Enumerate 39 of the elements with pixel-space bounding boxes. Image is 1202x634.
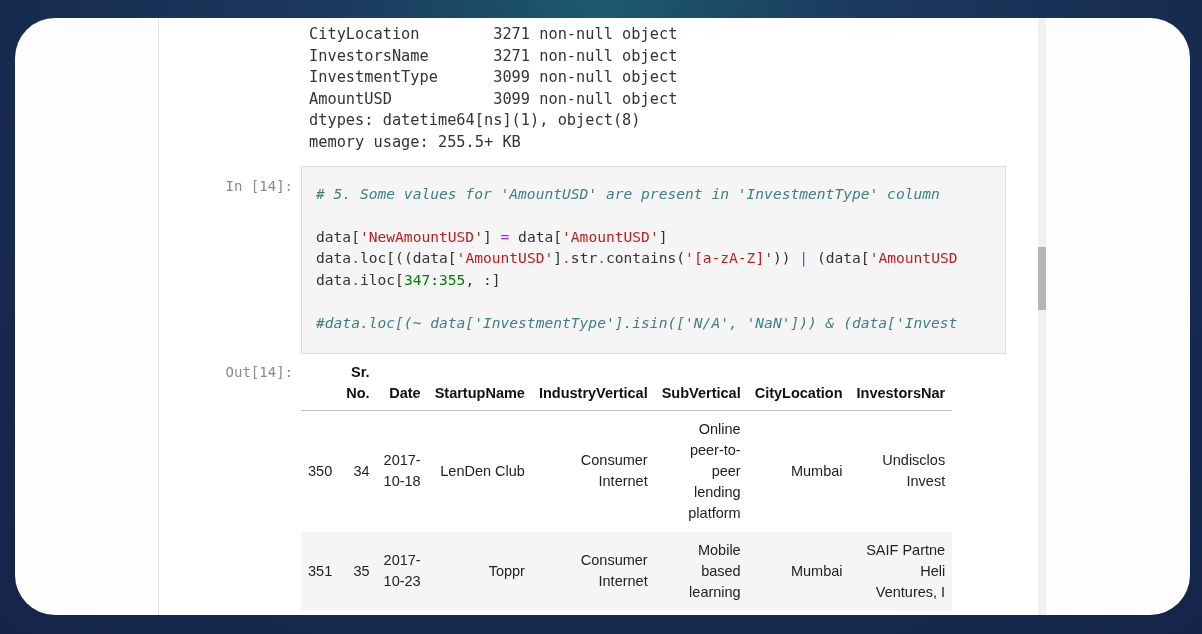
column-header: InvestorsNar — [856, 384, 946, 401]
column-header: SubVertical — [661, 384, 741, 401]
column-header: CityLocation — [754, 384, 843, 401]
table-cell: LenDen Club — [440, 462, 525, 479]
table-cell: Mumbai — [790, 562, 843, 579]
table-cell: Undisclos Invest — [882, 452, 946, 490]
row-index: 351 — [308, 562, 333, 579]
output-text: dtypes: datetime64[ns](1), object(8) — [309, 110, 642, 132]
table-cell: Consumer Internet — [580, 452, 648, 490]
column-header: Sr. No. — [346, 363, 370, 401]
output-text: AmountUSD 3099 non-null object — [309, 88, 678, 110]
table-cell: Mobile based learning — [689, 541, 741, 600]
column-header: StartupName — [434, 384, 525, 401]
table-cell: Toppr — [488, 562, 525, 579]
column-header: IndustryVertical — [538, 384, 648, 401]
input-prompt: In [14]: — [225, 177, 293, 194]
code-line: #data.loc[(~ data['InvestmentType'].isin(['N/A', 'NaN'])) & (data['Invest — [316, 313, 959, 334]
scrollbar-thumb[interactable] — [1038, 247, 1046, 310]
column-header: Date — [389, 384, 421, 401]
code-line: data.loc[((data['AmountUSD'].str.contains('[a-zA-Z]')) | (data['AmountUSD — [316, 248, 959, 269]
output-text: InvestorsName 3271 non-null object — [309, 45, 678, 67]
output-text: InvestmentType 3099 non-null object — [309, 67, 678, 89]
code-editor[interactable] — [301, 165, 1006, 354]
table-cell: Mumbai — [790, 462, 843, 479]
code-line: data.iloc[347:355, :] — [316, 269, 502, 290]
output-text: CityLocation 3271 non-null object — [309, 24, 678, 45]
row-index: 350 — [308, 462, 333, 479]
table-cell: 2017- 10-18 — [383, 452, 421, 490]
table-cell: Consumer Internet — [580, 552, 648, 590]
code-line: data['NewAmountUSD'] = data['AmountUSD'] — [316, 226, 669, 247]
table-cell: 2017- 10-23 — [383, 552, 421, 590]
scrollbar[interactable] — [1038, 18, 1046, 615]
output-text: memory usage: 255.5+ KB — [309, 131, 522, 153]
table-cell: 35 — [353, 562, 370, 579]
table-cell: Online peer-to- peer lending platform — [688, 420, 741, 521]
table-cell: 34 — [353, 462, 370, 479]
table-cell: SAIF Partne Heli Ventures, I — [866, 541, 946, 600]
code-line: # 5. Some values for 'AmountUSD' are present in 'InvestmentType' column — [316, 183, 941, 204]
output-prompt: Out[14]: — [225, 363, 293, 380]
